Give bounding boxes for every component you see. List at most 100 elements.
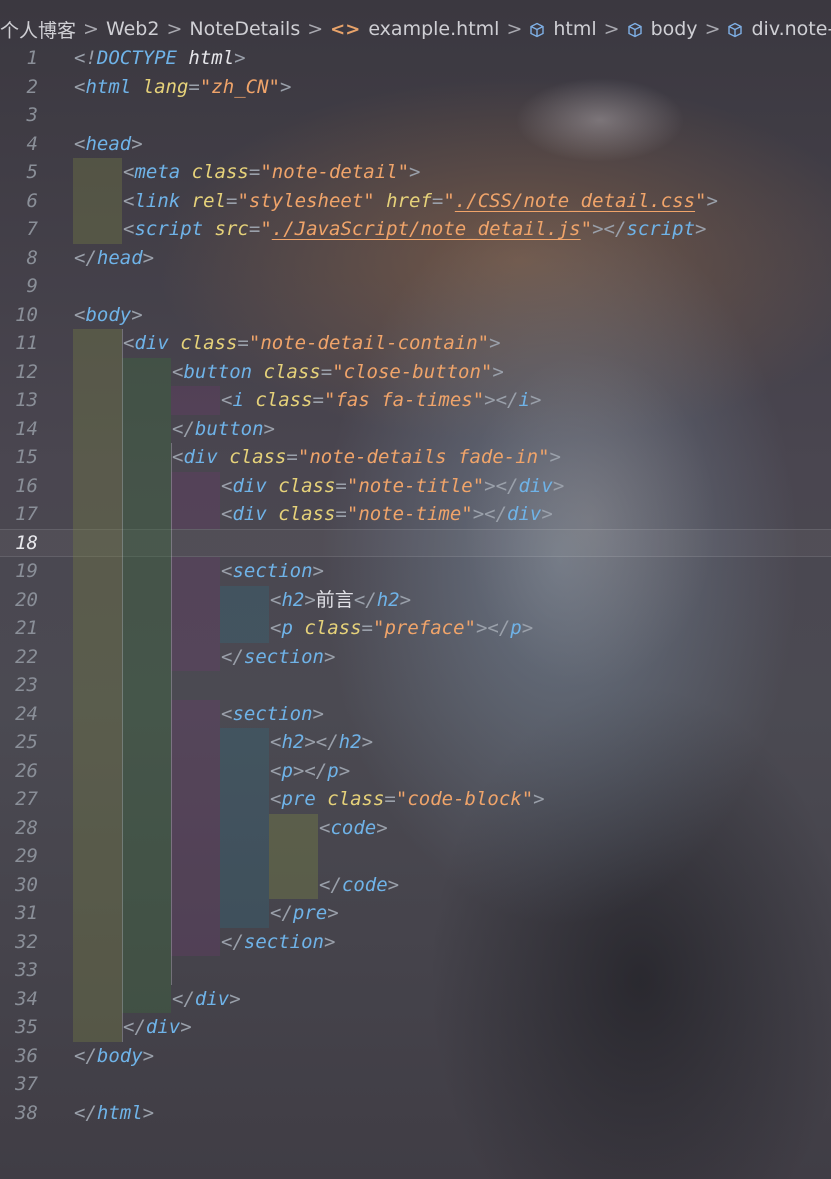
- code-token: p: [510, 617, 522, 639]
- indent-line: [122, 870, 123, 899]
- code-line[interactable]: 11 <div class="note-detail-contain">: [0, 329, 831, 358]
- code-line[interactable]: 22 </section>: [0, 642, 831, 672]
- code-line[interactable]: 21 <p class="preface"></p>: [0, 614, 831, 643]
- code-line[interactable]: 38 </html>: [0, 1099, 831, 1128]
- code-token: >: [376, 816, 388, 839]
- code-line[interactable]: 35 </div>: [0, 1013, 831, 1042]
- code-text: <p></p>: [270, 757, 350, 786]
- code-line[interactable]: 28 <code>: [0, 813, 831, 842]
- indent-guide: [171, 386, 220, 415]
- code-token: class: [180, 161, 249, 183]
- code-line[interactable]: 2 <html lang="zh_CN">: [0, 73, 831, 102]
- code-line[interactable]: 23: [0, 671, 831, 700]
- breadcrumb-item[interactable]: html: [529, 18, 597, 40]
- indent-line: [171, 756, 172, 785]
- code-text: <link rel="stylesheet" href="./CSS/note_…: [123, 187, 718, 216]
- code-text: </div>: [123, 1013, 192, 1042]
- code-line[interactable]: 12 <button class="close-button">: [0, 357, 831, 386]
- code-text: </section>: [221, 643, 335, 672]
- code-line[interactable]: 31 </pre>: [0, 899, 831, 928]
- code-text: <html lang="zh_CN">: [74, 73, 291, 102]
- line-number: 3: [26, 104, 38, 126]
- code-token: class: [217, 446, 287, 468]
- code-line[interactable]: 18: [0, 528, 831, 557]
- code-token: >: [234, 47, 246, 69]
- code-token: >: [489, 332, 501, 354]
- line-number: 23: [15, 674, 38, 696]
- indent-guide: [171, 500, 220, 529]
- code-line[interactable]: 9: [0, 272, 831, 301]
- code-line[interactable]: 5 <meta class="note-detail">: [0, 158, 831, 187]
- code-text: <div class="note-details fade-in">: [172, 443, 561, 472]
- code-token: section: [232, 560, 313, 582]
- breadcrumb-item[interactable]: body: [627, 18, 698, 40]
- breadcrumb-label: Web2: [105, 18, 160, 40]
- line-number: 11: [15, 332, 38, 354]
- indent-guide: [171, 785, 220, 814]
- breadcrumb-item[interactable]: <> example.html: [330, 18, 499, 40]
- code-token: ": [580, 218, 593, 240]
- code-token: =: [320, 360, 333, 383]
- indent-line: [171, 899, 172, 928]
- indent-guide: [73, 870, 122, 899]
- code-line[interactable]: 3: [0, 101, 831, 130]
- code-line[interactable]: 14 </button>: [0, 414, 831, 443]
- code-line[interactable]: 29: [0, 842, 831, 871]
- code-line[interactable]: 16 <div class="note-title"></div>: [0, 471, 831, 500]
- code-line[interactable]: 20 <h2>前言</h2>: [0, 585, 831, 614]
- code-line[interactable]: 1 <!DOCTYPE html>: [0, 44, 831, 73]
- code-token: class: [266, 474, 336, 497]
- indent-line: [171, 528, 172, 557]
- line-number: 8: [26, 246, 38, 269]
- indent-guide: [73, 500, 122, 529]
- code-token: "close-button": [332, 360, 493, 383]
- indent-guide: [73, 357, 122, 386]
- code-line[interactable]: 32 </section>: [0, 927, 831, 956]
- indent-guide: [220, 585, 269, 614]
- indent-guide: [73, 728, 122, 757]
- breadcrumb-item[interactable]: NoteDetails: [189, 18, 300, 40]
- code-token: i: [518, 389, 530, 411]
- code-line[interactable]: 26 <p></p>: [0, 756, 831, 786]
- code-line[interactable]: 19 <section>: [0, 557, 831, 586]
- code-token: ></: [484, 474, 519, 497]
- line-number: 32: [15, 930, 38, 953]
- code-line[interactable]: 36 </body>: [0, 1042, 831, 1071]
- code-token: <: [74, 132, 86, 155]
- indent-guide: [73, 186, 122, 215]
- breadcrumb-item[interactable]: Web2: [106, 18, 160, 40]
- code-line[interactable]: 33: [0, 956, 831, 985]
- code-editor[interactable]: 1 <!DOCTYPE html> 2 <html lang="zh_CN"> 3 4 <h…: [0, 44, 831, 1127]
- code-line[interactable]: 24 <section>: [0, 699, 831, 728]
- code-token: class: [243, 389, 313, 411]
- breadcrumb-item[interactable]: div.note-detail-co: [727, 18, 831, 40]
- code-line[interactable]: 34 </div>: [0, 984, 831, 1013]
- code-line[interactable]: 30 </code>: [0, 870, 831, 899]
- code-line[interactable]: 10 <body>: [0, 301, 831, 330]
- code-line[interactable]: 15 <div class="note-details fade-in">: [0, 443, 831, 472]
- code-line[interactable]: 25 <h2></h2>: [0, 728, 831, 757]
- indent-guide: [122, 642, 171, 671]
- code-token: >: [541, 503, 553, 525]
- code-line[interactable]: 37: [0, 1070, 831, 1099]
- indent-guide: [73, 329, 122, 358]
- code-token: div: [145, 1016, 181, 1038]
- indent-guide: [122, 500, 171, 529]
- code-token: >: [142, 1101, 155, 1124]
- code-line[interactable]: 4 <head>: [0, 130, 831, 159]
- indent-line: [122, 813, 123, 842]
- breadcrumb-item[interactable]: 个人博客: [0, 16, 76, 43]
- code-line[interactable]: 17 <div class="note-time"></div>: [0, 500, 831, 529]
- code-line[interactable]: 7 <script src="./JavaScript/note_detail.j…: [0, 215, 831, 244]
- code-line[interactable]: 13 <i class="fas fa-times"></i>: [0, 386, 831, 415]
- code-line[interactable]: 8 </head>: [0, 244, 831, 273]
- code-token: ></: [472, 503, 508, 525]
- code-token: >: [521, 617, 534, 639]
- code-line[interactable]: 27 <pre class="code-block">: [0, 785, 831, 814]
- code-line[interactable]: 6 <link rel="stylesheet" href="./CSS/note…: [0, 186, 831, 216]
- code-token: =: [248, 161, 261, 183]
- indent-guide: [122, 813, 171, 842]
- line-number: 21: [15, 617, 38, 639]
- indent-guide: [73, 158, 122, 187]
- code-token: =: [361, 617, 373, 639]
